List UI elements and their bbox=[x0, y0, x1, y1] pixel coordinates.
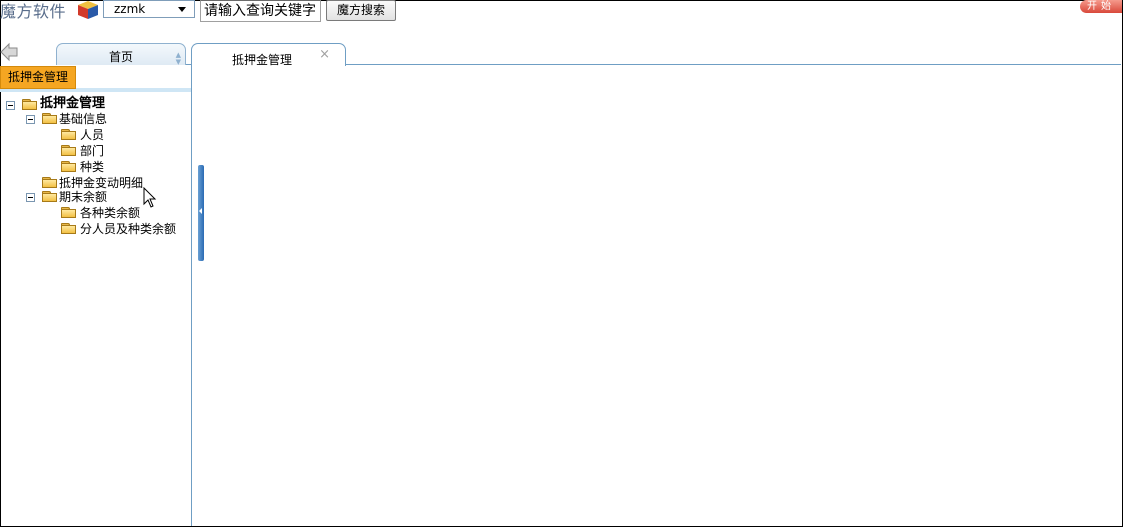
user-select-value: zzmk bbox=[114, 2, 146, 16]
left-panel-header: 抵押金管理 bbox=[0, 66, 76, 89]
tree-node-label: 期末余额 bbox=[59, 190, 108, 204]
chevron-down-icon bbox=[178, 7, 186, 12]
tree-node-label: 抵押金变动明细 bbox=[59, 176, 144, 190]
tree-node-label: 基础信息 bbox=[59, 112, 108, 126]
mouse-cursor-icon bbox=[143, 187, 157, 208]
tree-node-label: 抵押金管理 bbox=[40, 96, 106, 111]
search-input[interactable]: 请输入查询关键字 bbox=[200, 0, 321, 22]
brand-logo-text: 魔方软件 bbox=[0, 2, 67, 21]
folder-icon bbox=[61, 222, 77, 234]
collapse-arrow-icon bbox=[199, 208, 202, 214]
folder-icon bbox=[42, 176, 58, 188]
tree-node-label: 各种类余额 bbox=[80, 206, 141, 220]
collapse-toggle-icon[interactable] bbox=[26, 115, 35, 124]
start-button[interactable]: 开始 bbox=[1080, 0, 1122, 13]
tree-node-balance-by-person-category[interactable]: 分人员及种类余额 bbox=[61, 222, 186, 238]
tab-home-label: 首页 bbox=[108, 50, 133, 64]
tree-node-basic-info[interactable]: 基础信息 bbox=[26, 112, 126, 128]
folder-icon bbox=[61, 128, 77, 140]
collapse-panel-handle[interactable] bbox=[198, 165, 204, 261]
tree-node-root[interactable]: 抵押金管理 bbox=[6, 97, 136, 113]
tree-node-category[interactable]: 种类 bbox=[61, 160, 121, 176]
tab-deposit-management-label: 抵押金管理 bbox=[232, 53, 293, 67]
tab-scroll-icon: ▲ ▼ bbox=[175, 51, 181, 66]
user-select[interactable]: zzmk bbox=[103, 0, 195, 18]
tab-deposit-management[interactable]: 抵押金管理 × bbox=[191, 43, 346, 67]
folder-icon bbox=[42, 190, 58, 202]
tab-home[interactable]: 首页 ▲ ▼ bbox=[56, 43, 186, 66]
tree-node-closing-balance[interactable]: 期末余额 bbox=[26, 190, 126, 206]
tree-node-label: 分人员及种类余额 bbox=[80, 222, 177, 236]
search-button[interactable]: 魔方搜索 bbox=[326, 0, 396, 21]
folder-icon bbox=[42, 112, 58, 124]
collapse-toggle-icon[interactable] bbox=[26, 193, 35, 202]
tree-node-label: 部门 bbox=[80, 144, 105, 158]
app-window bbox=[0, 0, 1123, 527]
folder-icon bbox=[61, 160, 77, 172]
back-arrow-icon[interactable] bbox=[0, 42, 18, 62]
folder-icon bbox=[22, 98, 38, 110]
tree-node-personnel[interactable]: 人员 bbox=[61, 128, 121, 144]
collapse-toggle-icon[interactable] bbox=[6, 101, 15, 110]
folder-icon bbox=[61, 144, 77, 156]
close-icon[interactable]: × bbox=[319, 47, 330, 62]
cube-logo-icon bbox=[78, 1, 98, 19]
tree-node-label: 种类 bbox=[80, 160, 105, 174]
tab-strip-border bbox=[345, 64, 1121, 65]
tree-node-department[interactable]: 部门 bbox=[61, 144, 121, 160]
folder-icon bbox=[61, 206, 77, 218]
tree-node-label: 人员 bbox=[80, 128, 105, 142]
panel-divider bbox=[191, 64, 192, 526]
